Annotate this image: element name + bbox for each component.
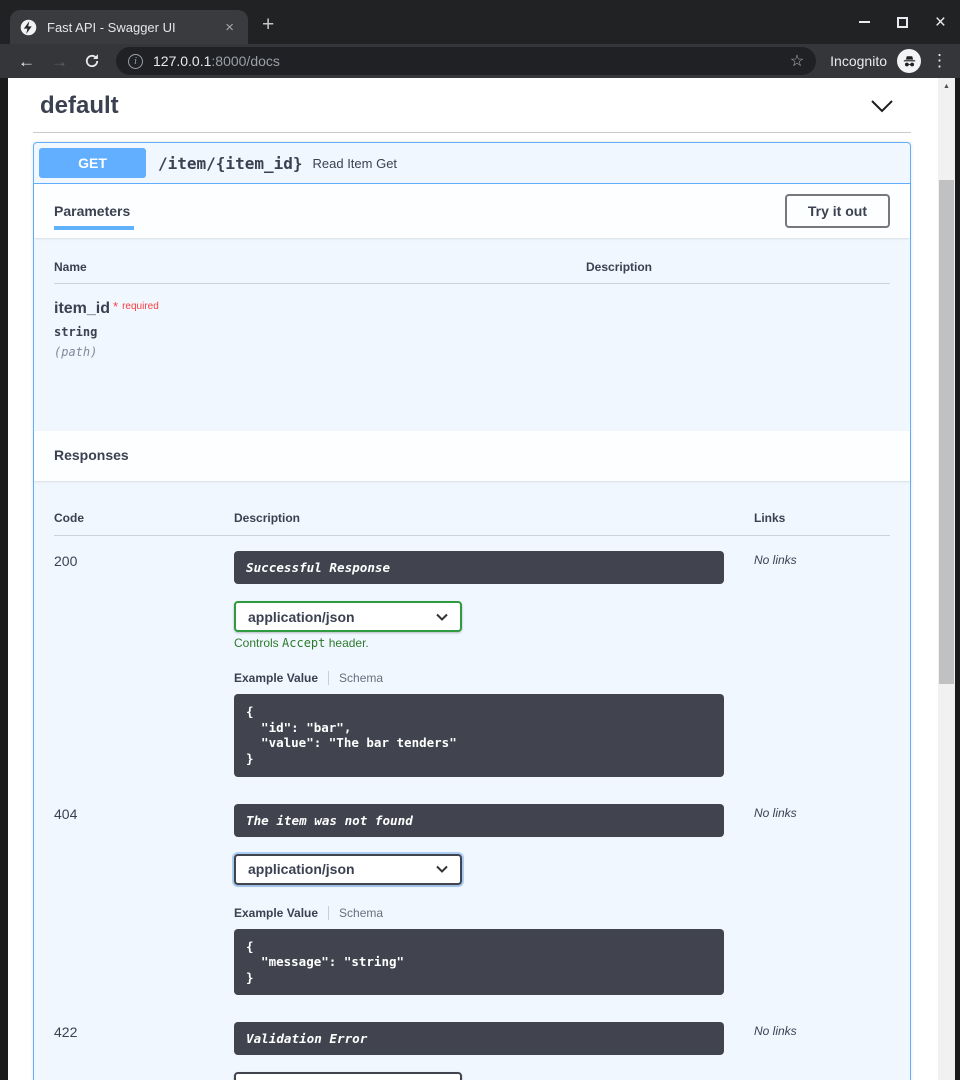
col-links: Links — [754, 511, 890, 525]
browser-toolbar: ← → i 127.0.0.1:8000/docs ☆ Incognito ⋮ — [0, 44, 960, 78]
response-description-cell: Successful Response application/json Con… — [234, 551, 754, 777]
response-code: 200 — [54, 551, 234, 777]
window-frame: default GET /item/{item_id} Read Item Ge… — [0, 78, 960, 1080]
scrollbar-thumb[interactable] — [939, 180, 954, 684]
tab-close-icon[interactable]: × — [221, 18, 238, 37]
swagger-ui: default GET /item/{item_id} Read Item Ge… — [8, 90, 938, 1080]
example-schema-tabs: Example Value Schema — [234, 906, 754, 920]
try-it-out-button[interactable]: Try it out — [785, 194, 890, 228]
response-description: The item was not found — [234, 804, 724, 837]
example-schema-tabs: Example Value Schema — [234, 671, 754, 685]
forward-icon[interactable]: → — [43, 53, 76, 70]
browser-tab[interactable]: Fast API - Swagger UI × — [10, 10, 248, 44]
example-json-box: { "message": "string" } — [234, 929, 724, 996]
media-type-select[interactable]: application/json — [234, 854, 462, 885]
fastapi-favicon-icon — [20, 19, 37, 36]
controls-prefix: Controls — [234, 636, 282, 650]
tab-schema[interactable]: Schema — [328, 671, 383, 685]
maximize-icon[interactable] — [897, 17, 908, 28]
titlebar: Fast API - Swagger UI × + × — [0, 0, 960, 44]
parameter-name-cell: item_id* required string (path) — [54, 299, 586, 359]
required-label: required — [122, 301, 159, 312]
scrollbar[interactable]: ▲ ▼ — [938, 78, 955, 1080]
operation-summary[interactable]: GET /item/{item_id} Read Item Get — [34, 143, 910, 184]
address-bar[interactable]: i 127.0.0.1:8000/docs ☆ — [116, 47, 816, 75]
response-description-cell: The item was not found application/json … — [234, 804, 754, 996]
url-path: :8000/docs — [211, 53, 280, 69]
tab-example-value[interactable]: Example Value — [234, 906, 318, 920]
site-info-icon[interactable]: i — [128, 54, 143, 69]
response-links: No links — [754, 804, 890, 996]
responses-header: Responses — [34, 431, 910, 481]
tab-title: Fast API - Swagger UI — [47, 20, 221, 35]
media-type-value: application/json — [248, 609, 436, 625]
responses-table-head: Code Description Links — [54, 511, 890, 536]
response-row-404: 404 The item was not found application/j… — [54, 789, 890, 996]
incognito-icon — [897, 49, 921, 73]
tab-example-value[interactable]: Example Value — [234, 671, 318, 685]
menu-icon[interactable]: ⋮ — [931, 51, 948, 71]
operation-block: GET /item/{item_id} Read Item Get Parame… — [33, 142, 911, 1080]
chevron-down-icon — [436, 865, 448, 873]
required-star: * — [113, 299, 118, 314]
response-description: Validation Error — [234, 1022, 724, 1055]
bookmark-star-icon[interactable]: ☆ — [790, 51, 804, 71]
parameter-row: item_id* required string (path) — [54, 284, 890, 431]
media-type-select[interactable]: application/json — [234, 601, 462, 632]
url-text: 127.0.0.1:8000/docs — [153, 53, 280, 69]
back-icon[interactable]: ← — [10, 53, 43, 70]
scroll-up-icon[interactable]: ▲ — [938, 78, 955, 94]
response-code: 404 — [54, 804, 234, 996]
example-json-box: { "id": "bar", "value": "The bar tenders… — [234, 694, 724, 777]
page-viewport: default GET /item/{item_id} Read Item Ge… — [8, 78, 938, 1080]
response-description: Successful Response — [234, 551, 724, 584]
collapse-chevron-icon[interactable] — [866, 95, 898, 117]
response-row-200: 200 Successful Response application/json… — [54, 536, 890, 777]
minimize-icon[interactable] — [859, 21, 870, 23]
media-type-value: application/json — [248, 861, 436, 877]
controls-accept-note: Controls Accept header. — [234, 636, 754, 650]
response-links: No links — [754, 551, 890, 777]
operation-summary-text: Read Item Get — [313, 156, 398, 171]
tab-parameters[interactable]: Parameters — [54, 203, 130, 219]
new-tab-icon[interactable]: + — [262, 14, 274, 35]
response-description-cell: Validation Error application/json Exampl… — [234, 1022, 754, 1080]
section-divider — [33, 132, 911, 133]
parameter-type: string — [54, 325, 586, 339]
tab-schema[interactable]: Schema — [328, 906, 383, 920]
example-json: { "message": "string" } — [246, 939, 712, 986]
response-code: 422 — [54, 1022, 234, 1080]
controls-suffix: header. — [325, 636, 368, 650]
tag-title: default — [40, 92, 866, 120]
parameters-table: Name Description item_id* required string… — [34, 238, 910, 431]
col-name: Name — [54, 260, 586, 274]
window-controls: × — [859, 0, 946, 44]
parameter-location: (path) — [54, 345, 586, 359]
col-description: Description — [586, 260, 890, 274]
media-type-select[interactable]: application/json — [234, 1072, 462, 1080]
parameter-description-cell — [586, 299, 890, 359]
responses-title: Responses — [54, 447, 129, 463]
parameter-name: item_id — [54, 300, 110, 317]
controls-code: Accept — [282, 636, 325, 650]
reload-icon[interactable] — [76, 53, 108, 69]
col-code: Code — [54, 511, 234, 525]
response-links: No links — [754, 1022, 890, 1080]
col-description: Description — [234, 511, 754, 525]
tag-section-header[interactable]: default — [40, 90, 912, 122]
browser-window: Fast API - Swagger UI × + × ← → i 127.0.… — [0, 0, 960, 1080]
http-method-badge: GET — [39, 148, 146, 178]
responses-table: Code Description Links 200 Successful Re… — [34, 481, 910, 1080]
url-host: 127.0.0.1 — [153, 53, 211, 69]
parameters-table-head: Name Description — [54, 260, 890, 284]
response-row-422: 422 Validation Error application/json — [54, 1007, 890, 1080]
close-window-icon[interactable]: × — [935, 13, 946, 32]
incognito-label: Incognito — [830, 53, 887, 69]
chevron-down-icon — [436, 613, 448, 621]
operation-path: /item/{item_id} — [146, 154, 313, 173]
example-json: { "id": "bar", "value": "The bar tenders… — [246, 704, 712, 767]
parameters-header: Parameters Try it out — [34, 184, 910, 238]
